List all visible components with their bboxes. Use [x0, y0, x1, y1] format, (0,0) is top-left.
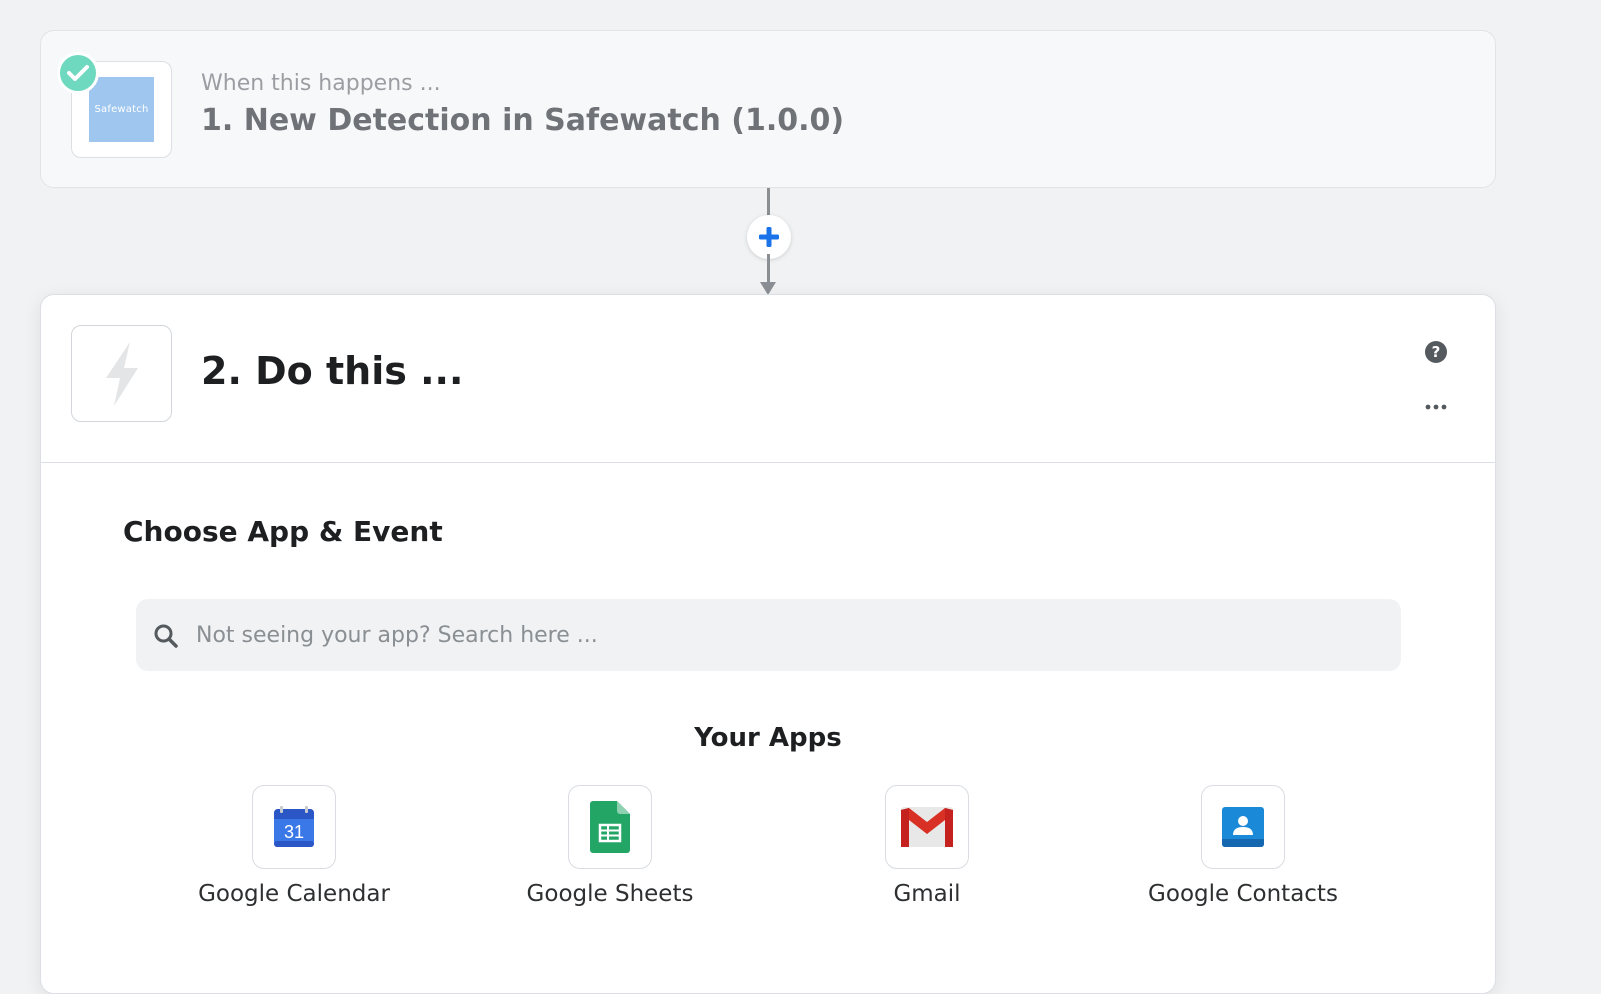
- trigger-step-card[interactable]: Safewatch When this happens ... 1. New D…: [40, 30, 1496, 188]
- add-step-button[interactable]: [747, 215, 791, 259]
- your-apps-title: Your Apps: [694, 723, 842, 753]
- app-search-input[interactable]: [194, 599, 1374, 671]
- connector-line-bottom: [767, 254, 770, 284]
- action-step-card: 2. Do this ... ? Choose App & Event Your…: [40, 294, 1496, 994]
- app-icon-box: 31: [252, 785, 336, 869]
- google-calendar-icon: 31: [274, 806, 314, 847]
- app-label: Google Calendar: [198, 881, 390, 907]
- app-icon-box: [885, 785, 969, 869]
- app-label: Google Sheets: [526, 881, 694, 907]
- app-tile-google-calendar[interactable]: 31 Google Calendar: [184, 785, 404, 915]
- check-badge-icon: [57, 52, 99, 94]
- safewatch-logo: Safewatch: [89, 77, 154, 142]
- app-search-bar[interactable]: [136, 599, 1401, 671]
- google-sheets-icon: [590, 801, 630, 853]
- more-options-icon[interactable]: [1424, 395, 1448, 419]
- help-icon[interactable]: ?: [1424, 340, 1448, 364]
- section-title: Choose App & Event: [123, 515, 443, 548]
- app-tile-google-sheets[interactable]: Google Sheets: [500, 785, 720, 915]
- action-header: 2. Do this ... ?: [41, 295, 1495, 463]
- plus-icon: [759, 227, 779, 247]
- app-label: Google Contacts: [1148, 881, 1338, 907]
- search-icon: [154, 624, 178, 648]
- gmail-icon: [900, 807, 954, 847]
- svg-text:?: ?: [1432, 343, 1441, 361]
- trigger-kicker: When this happens ...: [201, 71, 441, 96]
- lightning-bolt-icon: [105, 341, 138, 406]
- app-icon-box: [1201, 785, 1285, 869]
- app-tile-google-contacts[interactable]: Google Contacts: [1133, 785, 1353, 915]
- action-title: 2. Do this ...: [201, 349, 464, 393]
- app-icon-box: [568, 785, 652, 869]
- svg-text:31: 31: [284, 822, 304, 842]
- google-contacts-icon: [1222, 807, 1264, 847]
- app-label: Gmail: [893, 881, 961, 907]
- app-tile-gmail[interactable]: Gmail: [817, 785, 1037, 915]
- action-icon-box: [71, 325, 172, 422]
- trigger-title: 1. New Detection in Safewatch (1.0.0): [201, 103, 845, 138]
